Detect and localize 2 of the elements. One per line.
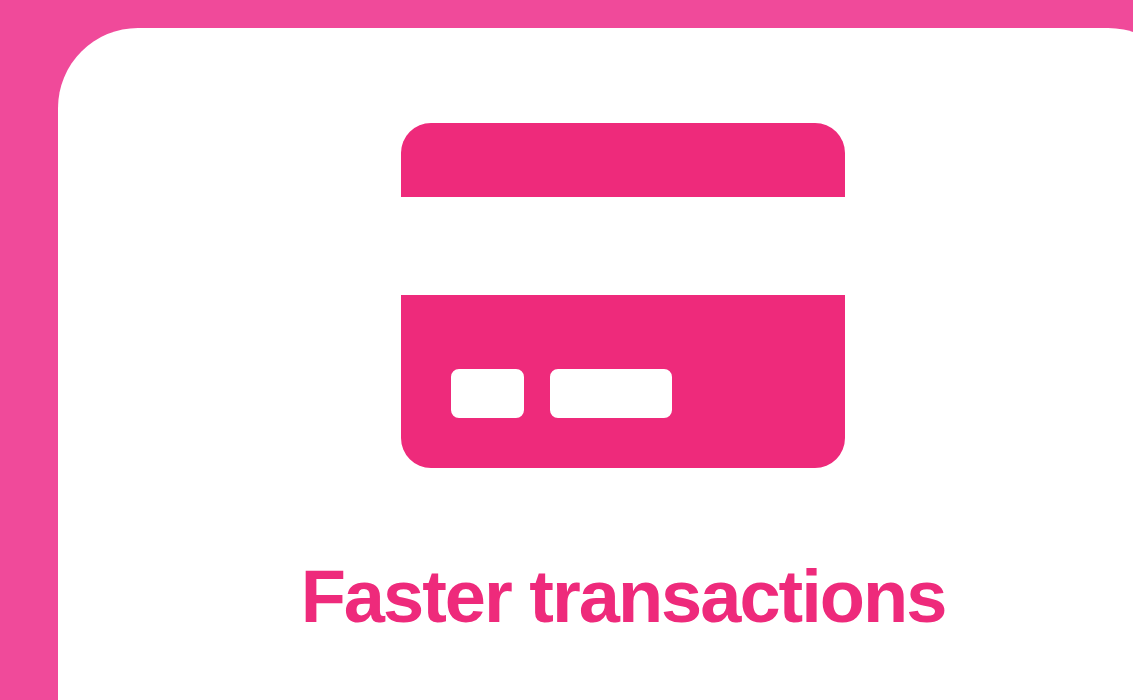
- credit-card-icon: [401, 123, 845, 468]
- card-title: Faster transactions: [300, 554, 946, 639]
